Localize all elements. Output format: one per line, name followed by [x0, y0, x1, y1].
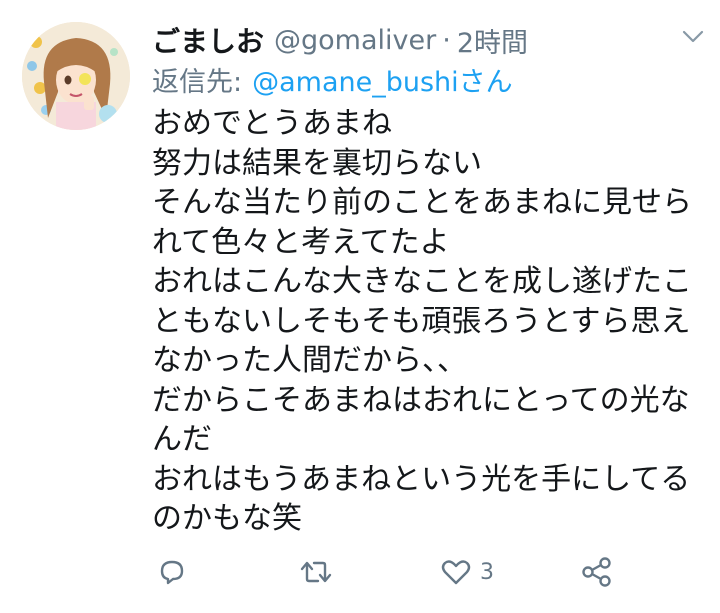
reply-icon — [156, 556, 188, 588]
tweet-body: おめでとうあまね 努力は結果を裏切らない そんな当たり前のことをあまねに見せら … — [152, 104, 700, 539]
body-line: だからこそあまねはおれにとっての光な — [152, 382, 690, 418]
share-button[interactable] — [580, 552, 614, 592]
chevron-down-icon[interactable] — [678, 22, 708, 52]
retweet-icon — [298, 556, 334, 588]
body-line: のかもな笑 — [152, 501, 302, 536]
body-line: なかった人間だから、、 — [152, 343, 467, 378]
avatar-illustration — [22, 22, 130, 130]
avatar[interactable] — [22, 22, 130, 130]
share-icon — [580, 556, 614, 588]
retweet-button[interactable] — [298, 552, 334, 592]
heart-icon — [440, 556, 472, 588]
body-line: れて色々と考えてたよ — [152, 224, 450, 260]
like-count: 3 — [480, 559, 494, 585]
like-button[interactable]: 3 — [440, 552, 494, 592]
body-line: んだ — [152, 422, 212, 457]
body-line: ともないしそもそも頑張ろうとすら思え — [152, 303, 691, 339]
tweet-time[interactable]: 2時間 — [457, 21, 528, 60]
reply-button[interactable] — [156, 552, 188, 592]
display-name[interactable]: ごましお — [152, 20, 264, 60]
action-bar: 3 — [152, 552, 700, 592]
tweet-card[interactable]: ごましお @gomaliver · 2時間 返信先: @amane_bushiさ… — [0, 0, 720, 613]
body-line: おれはもうあまねという光を手にしてる — [152, 461, 691, 497]
separator-dot: · — [442, 24, 451, 56]
reply-to-link[interactable]: @amane_bushiさん — [252, 60, 513, 99]
body-line: 努力は結果を裏切らない — [152, 145, 482, 181]
body-line: おめでとうあまね — [152, 106, 392, 141]
tweet-header: ごましお @gomaliver · 2時間 — [152, 18, 700, 62]
body-line: そんな当たり前のことをあまねに見せら — [152, 185, 692, 220]
body-line: おれはこんな大きなことを成し遂げたこ — [152, 264, 692, 299]
reply-prefix: 返信先: — [152, 66, 243, 98]
user-handle[interactable]: @gomaliver — [274, 25, 436, 56]
reply-context: 返信先: @amane_bushiさん — [152, 58, 513, 100]
